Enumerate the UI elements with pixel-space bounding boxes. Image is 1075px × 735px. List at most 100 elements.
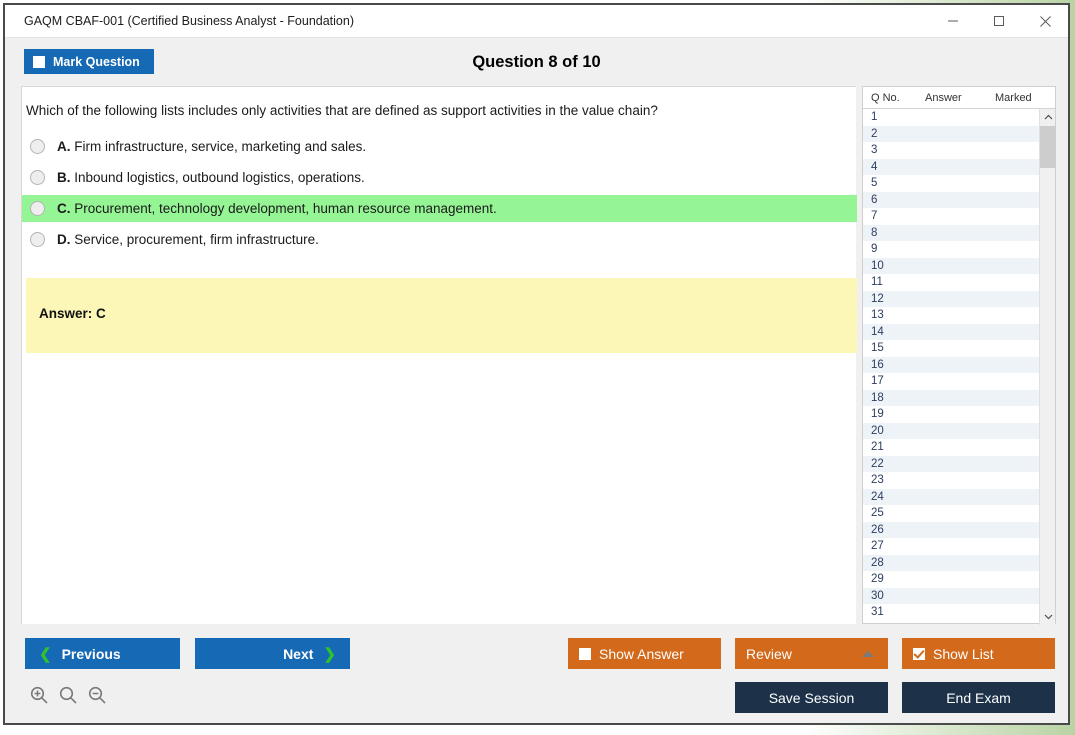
question-list-row[interactable]: 18 <box>863 390 1040 407</box>
zoom-in-icon[interactable] <box>29 685 49 705</box>
close-icon <box>1039 15 1052 28</box>
question-list-row[interactable]: 28 <box>863 555 1040 572</box>
question-list-row[interactable]: 17 <box>863 373 1040 390</box>
previous-button-label: Previous <box>62 646 121 662</box>
scrollbar-thumb[interactable] <box>1040 126 1056 168</box>
question-list-row[interactable]: 9 <box>863 241 1040 258</box>
review-label: Review <box>746 646 792 662</box>
question-list-row[interactable]: 6 <box>863 192 1040 209</box>
title-bar: GAQM CBAF-001 (Certified Business Analys… <box>5 5 1068 38</box>
end-exam-label: End Exam <box>946 690 1011 706</box>
question-list-row[interactable]: 16 <box>863 357 1040 374</box>
show-list-button[interactable]: Show List <box>902 638 1055 669</box>
zoom-out-icon[interactable] <box>87 685 107 705</box>
minimize-button[interactable] <box>930 5 976 37</box>
next-button-label: Next <box>283 646 313 662</box>
show-answer-checkbox[interactable] <box>579 648 591 660</box>
exam-application-window: GAQM CBAF-001 (Certified Business Analys… <box>3 3 1070 725</box>
next-button[interactable]: Next ❯ <box>195 638 350 669</box>
question-list-row[interactable]: 14 <box>863 324 1040 341</box>
question-list-row[interactable]: 24 <box>863 489 1040 506</box>
column-header-marked: Marked <box>995 92 1032 104</box>
show-answer-label: Show Answer <box>599 646 684 662</box>
chevron-down-icon <box>1044 613 1053 620</box>
option-text-b: Inbound logistics, outbound logistics, o… <box>74 170 364 185</box>
question-list-row[interactable]: 5 <box>863 175 1040 192</box>
question-list-row[interactable]: 27 <box>863 538 1040 555</box>
question-list-row[interactable]: 25 <box>863 505 1040 522</box>
option-row-a[interactable]: A. Firm infrastructure, service, marketi… <box>22 133 857 160</box>
previous-button[interactable]: ❮ Previous <box>25 638 180 669</box>
zoom-controls <box>29 685 107 705</box>
option-letter-a: A. <box>57 139 74 154</box>
question-list-row[interactable]: 20 <box>863 423 1040 440</box>
option-letter-d: D. <box>57 232 74 247</box>
close-button[interactable] <box>1022 5 1068 37</box>
end-exam-button[interactable]: End Exam <box>902 682 1055 713</box>
magnifier-minus-icon <box>87 685 107 705</box>
question-list-row[interactable]: 2 <box>863 126 1040 143</box>
question-text: Which of the following lists includes on… <box>26 102 846 119</box>
question-list-row[interactable]: 21 <box>863 439 1040 456</box>
scroll-up-icon[interactable] <box>1040 109 1056 126</box>
zoom-reset-icon[interactable] <box>58 685 78 705</box>
magnifier-icon <box>58 685 78 705</box>
question-list-row[interactable]: 8 <box>863 225 1040 242</box>
question-list-row[interactable]: 30 <box>863 588 1040 605</box>
show-answer-button[interactable]: Show Answer <box>568 638 721 669</box>
question-content-panel: Which of the following lists includes on… <box>21 86 856 624</box>
question-list-row[interactable]: 1 <box>863 109 1040 126</box>
scroll-down-icon[interactable] <box>1040 608 1056 625</box>
option-text-c: Procurement, technology development, hum… <box>74 201 497 216</box>
chevron-up-icon <box>862 651 874 657</box>
question-list-row[interactable]: 10 <box>863 258 1040 275</box>
question-heading: Question 8 of 10 <box>5 53 1068 72</box>
question-list-rows[interactable]: 1234567891011121314151617181920212223242… <box>863 109 1040 625</box>
radio-button-d[interactable] <box>30 232 45 247</box>
option-text-d: Service, procurement, firm infrastructur… <box>74 232 319 247</box>
question-list-panel: Q No. Answer Marked 12345678910111213141… <box>862 86 1056 624</box>
review-dropdown[interactable]: Review <box>735 638 888 669</box>
option-row-b[interactable]: B. Inbound logistics, outbound logistics… <box>22 164 857 191</box>
option-row-c[interactable]: C. Procurement, technology development, … <box>22 195 857 222</box>
column-header-qno: Q No. <box>871 92 900 104</box>
option-label-c: C. Procurement, technology development, … <box>57 201 497 216</box>
question-list-scrollbar[interactable] <box>1039 109 1055 625</box>
question-list-row[interactable]: 26 <box>863 522 1040 539</box>
question-list-row[interactable]: 3 <box>863 142 1040 159</box>
option-label-b: B. Inbound logistics, outbound logistics… <box>57 170 365 185</box>
option-text-a: Firm infrastructure, service, marketing … <box>74 139 366 154</box>
maximize-button[interactable] <box>976 5 1022 37</box>
save-session-button[interactable]: Save Session <box>735 682 888 713</box>
question-list-row[interactable]: 15 <box>863 340 1040 357</box>
option-row-d[interactable]: D. Service, procurement, firm infrastruc… <box>22 226 857 253</box>
question-list-row[interactable]: 7 <box>863 208 1040 225</box>
question-list-row[interactable]: 12 <box>863 291 1040 308</box>
header-bar: Mark Question Question 8 of 10 <box>5 38 1068 86</box>
window-title: GAQM CBAF-001 (Certified Business Analys… <box>24 14 354 28</box>
question-list-row[interactable]: 23 <box>863 472 1040 489</box>
question-list-row[interactable]: 19 <box>863 406 1040 423</box>
question-list-row[interactable]: 11 <box>863 274 1040 291</box>
question-list-header: Q No. Answer Marked <box>863 87 1055 109</box>
option-label-a: A. Firm infrastructure, service, marketi… <box>57 139 366 154</box>
radio-button-c[interactable] <box>30 201 45 216</box>
question-list-row[interactable]: 22 <box>863 456 1040 473</box>
answer-text: Answer: C <box>39 306 106 321</box>
question-list-row[interactable]: 13 <box>863 307 1040 324</box>
question-list-row[interactable]: 4 <box>863 159 1040 176</box>
maximize-icon <box>993 15 1005 27</box>
chevron-left-icon: ❮ <box>39 645 52 663</box>
option-label-d: D. Service, procurement, firm infrastruc… <box>57 232 319 247</box>
option-letter-b: B. <box>57 170 74 185</box>
chevron-right-icon: ❯ <box>323 645 336 663</box>
save-session-label: Save Session <box>769 690 855 706</box>
radio-button-a[interactable] <box>30 139 45 154</box>
show-list-checkbox[interactable] <box>913 648 925 660</box>
column-header-answer: Answer <box>925 92 962 104</box>
question-list-row[interactable]: 29 <box>863 571 1040 588</box>
radio-button-b[interactable] <box>30 170 45 185</box>
option-letter-c: C. <box>57 201 74 216</box>
question-list-row[interactable]: 31 <box>863 604 1040 621</box>
answer-panel: Answer: C <box>26 278 857 353</box>
